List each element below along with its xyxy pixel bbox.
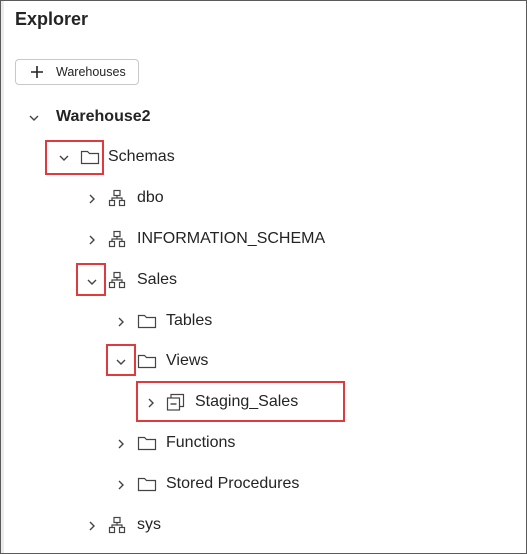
tree-item-label: sys	[137, 516, 161, 533]
chevron-right-icon[interactable]	[145, 397, 157, 409]
chevron-down-icon[interactable]	[115, 356, 127, 368]
tree-item-tables[interactable]: Tables	[115, 310, 315, 334]
folder-icon	[137, 436, 157, 451]
tree-item-label: Staging_Sales	[195, 393, 299, 410]
tree-item-warehouse2[interactable]: Warehouse2	[28, 106, 228, 130]
panel-title: Explorer	[15, 9, 89, 29]
tree-item-label: Stored Procedures	[166, 475, 300, 492]
tree-item-sales[interactable]: Sales	[86, 269, 286, 293]
tree-item-label: Tables	[166, 312, 213, 329]
folder-icon	[80, 150, 100, 165]
view-icon	[166, 393, 185, 411]
schema-icon	[108, 189, 126, 207]
tree-item-schemas[interactable]: Schemas	[56, 146, 256, 170]
chevron-right-icon[interactable]	[86, 193, 98, 205]
add-warehouses-label: Warehouses	[56, 65, 126, 79]
tree-item-stored-procedures[interactable]: Stored Procedures	[115, 473, 355, 497]
chevron-right-icon[interactable]	[115, 438, 127, 450]
add-warehouses-button[interactable]: Warehouses	[15, 59, 139, 85]
tree-item-label: Functions	[166, 434, 236, 451]
schema-icon	[108, 230, 126, 248]
chevron-right-icon[interactable]	[86, 234, 98, 246]
tree-item-information-schema[interactable]: INFORMATION_SCHEMA	[86, 228, 346, 252]
folder-icon	[137, 314, 157, 329]
plus-icon	[31, 66, 43, 78]
tree-item-label: Views	[166, 352, 209, 369]
schema-icon	[108, 516, 126, 534]
tree-item-label: Warehouse2	[56, 108, 151, 125]
schema-icon	[108, 271, 126, 289]
tree-item-label: INFORMATION_SCHEMA	[137, 230, 326, 247]
tree-item-sys[interactable]: sys	[86, 514, 286, 538]
tree-item-functions[interactable]: Functions	[115, 432, 315, 456]
tree-item-views[interactable]: Views	[115, 350, 315, 374]
folder-icon	[137, 354, 157, 369]
chevron-down-icon[interactable]	[28, 112, 40, 124]
tree-item-label: dbo	[137, 189, 164, 206]
chevron-down-icon[interactable]	[86, 276, 98, 288]
folder-icon	[137, 477, 157, 492]
chevron-right-icon[interactable]	[115, 316, 127, 328]
tree-item-dbo[interactable]: dbo	[86, 187, 286, 211]
tree-item-label: Sales	[137, 271, 178, 288]
chevron-right-icon[interactable]	[115, 479, 127, 491]
tree-item-label: Schemas	[108, 148, 175, 165]
chevron-down-icon[interactable]	[58, 152, 70, 164]
chevron-right-icon[interactable]	[86, 520, 98, 532]
tree-item-staging-sales[interactable]: Staging_Sales	[145, 391, 335, 415]
